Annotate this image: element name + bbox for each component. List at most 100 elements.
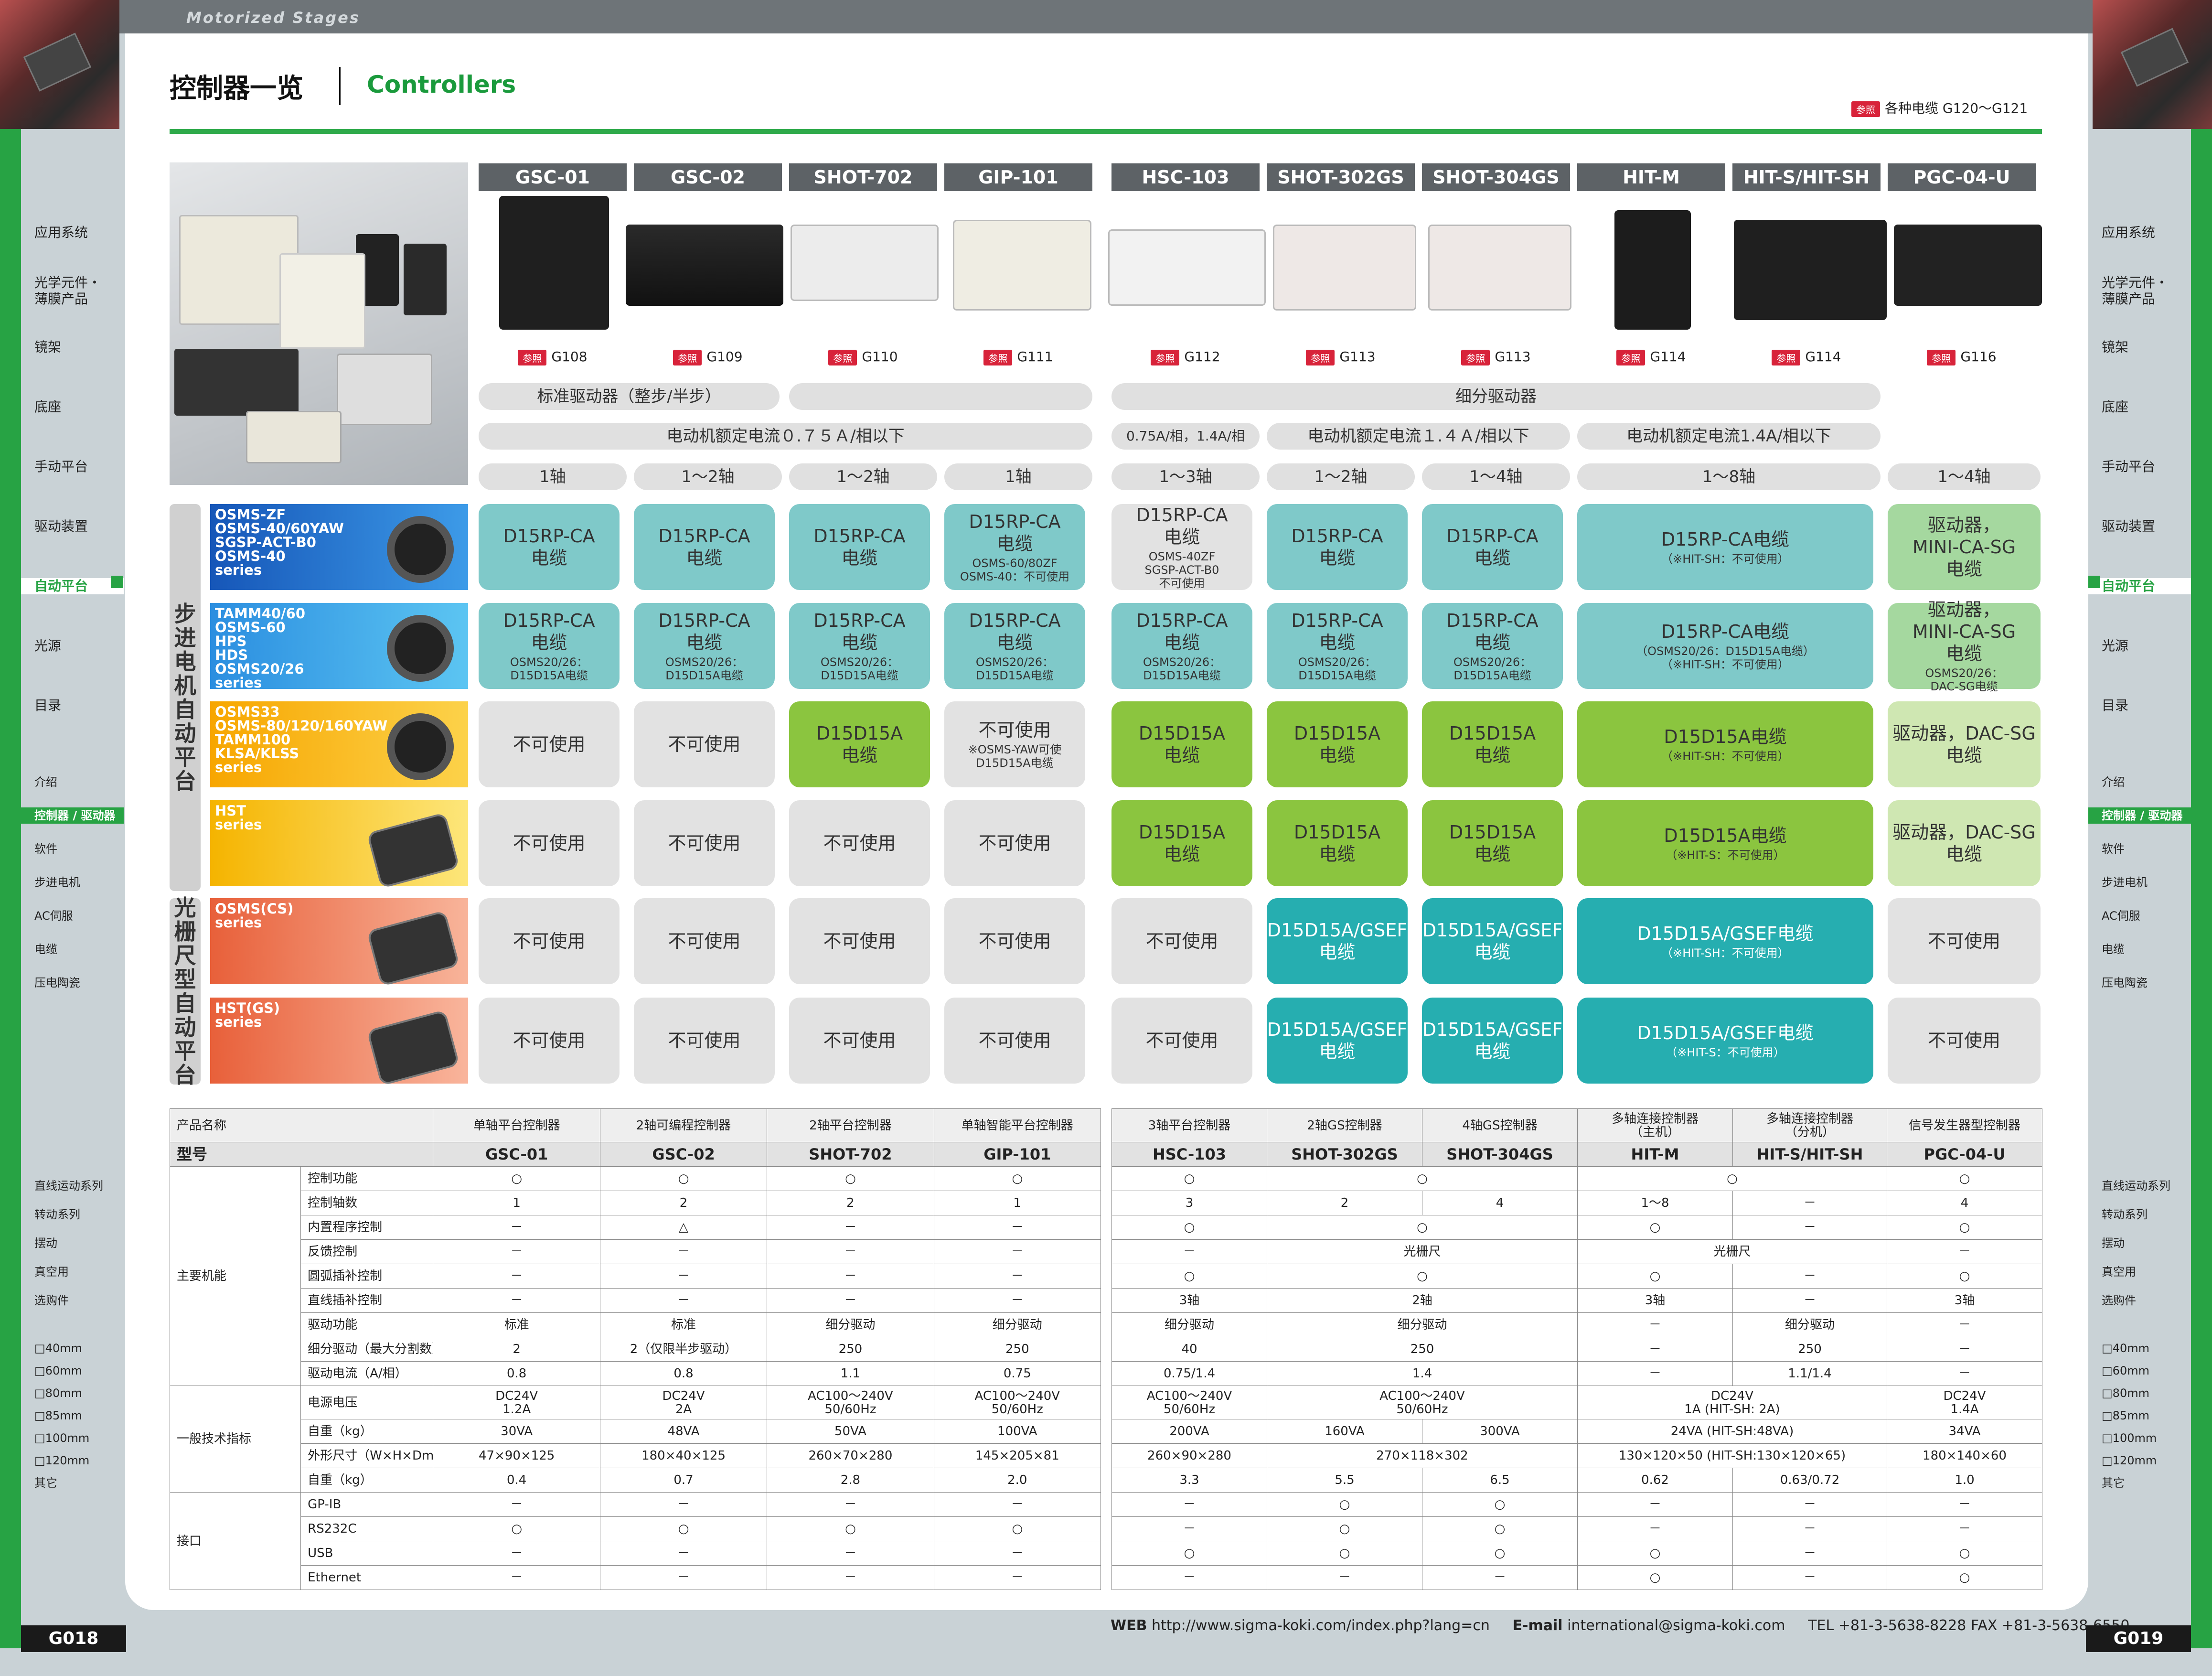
compat-cell[interactable]: D15RP-CA 电缆 OSMS20/26： D15D15A电缆 (789, 603, 930, 689)
nav-series-4[interactable]: 选购件 (34, 1292, 69, 1309)
nav-sub-2[interactable]: 软件 (2102, 841, 2125, 857)
compat-cell[interactable]: D15RP-CA电缆 （※HIT-SH：不可使用） (1577, 504, 1873, 590)
nav-size-1[interactable]: □60mm (34, 1363, 82, 1379)
compat-cell[interactable]: 驱动器， MINI-CA-SG 电缆 (1888, 504, 2041, 590)
compat-cell[interactable]: 不可使用 (479, 998, 620, 1084)
compat-cell[interactable]: D15RP-CA 电缆 OSMS20/26： D15D15A电缆 (1267, 603, 1408, 689)
product-page-ref[interactable]: 参照 G116 (1888, 349, 2036, 365)
nav-sub-5[interactable]: 电缆 (34, 941, 57, 957)
compat-cell[interactable]: D15RP-CA 电缆 OSMS20/26： D15D15A电缆 (634, 603, 775, 689)
compat-cell[interactable]: D15RP-CA 电缆 (634, 504, 775, 590)
nav-size-4[interactable]: □100mm (34, 1430, 89, 1446)
compat-cell[interactable]: D15D15A 电缆 (1267, 800, 1408, 886)
nav-item-2[interactable]: 镜架 (2102, 339, 2128, 355)
nav-item-5[interactable]: 驱动装置 (34, 518, 88, 535)
product-page-ref[interactable]: 参照 G114 (1732, 349, 1881, 365)
nav-item-7[interactable]: 光源 (2102, 638, 2128, 654)
compat-cell[interactable]: 不可使用 (634, 800, 775, 886)
nav-size-0[interactable]: □40mm (34, 1340, 82, 1356)
compat-cell[interactable]: D15RP-CA 电缆 (479, 504, 620, 590)
nav-size-3[interactable]: □85mm (2102, 1407, 2149, 1424)
nav-sub-6[interactable]: 压电陶瓷 (2102, 975, 2148, 991)
nav-item-6[interactable]: 自动平台 (2088, 578, 2191, 594)
compat-cell[interactable]: D15D15A 电缆 (1267, 701, 1408, 787)
compat-cell[interactable]: D15RP-CA 电缆 (1422, 504, 1563, 590)
compat-cell[interactable]: D15D15A 电缆 (1422, 800, 1563, 886)
product-page-ref[interactable]: 参照 G110 (789, 349, 937, 365)
compat-cell[interactable]: D15D15A/GSEF电缆 （※HIT-SH：不可使用） (1577, 898, 1873, 984)
nav-sub-3[interactable]: 步进电机 (34, 874, 80, 891)
compat-cell[interactable]: D15D15A/GSEF 电缆 (1267, 898, 1408, 984)
nav-size-5[interactable]: □120mm (34, 1452, 89, 1469)
compat-cell[interactable]: D15RP-CA 电缆 OSMS-60/80ZF OSMS-40：不可使用 (944, 504, 1085, 590)
compat-cell[interactable]: D15D15A/GSEF 电缆 (1422, 898, 1563, 984)
nav-item-3[interactable]: 底座 (34, 399, 61, 415)
nav-size-4[interactable]: □100mm (2102, 1430, 2157, 1446)
compat-cell[interactable]: D15D15A 电缆 (1422, 701, 1563, 787)
compat-cell[interactable]: 不可使用 (479, 800, 620, 886)
compat-cell[interactable]: 不可使用 (944, 898, 1085, 984)
nav-item-6[interactable]: 自动平台 (21, 578, 124, 594)
compat-cell[interactable]: D15D15A/GSEF 电缆 (1422, 998, 1563, 1084)
nav-item-8[interactable]: 目录 (2102, 698, 2128, 714)
nav-item-3[interactable]: 底座 (2102, 399, 2128, 415)
compat-cell[interactable]: 不可使用 (789, 898, 930, 984)
compat-cell[interactable]: D15D15A 电缆 (1111, 800, 1252, 886)
nav-item-0[interactable]: 应用系统 (2102, 225, 2155, 241)
compat-cell[interactable]: D15RP-CA电缆 （OSMS20/26：D15D15A电缆） （※HIT-SH… (1577, 603, 1873, 689)
compat-cell[interactable]: 不可使用 (1111, 998, 1252, 1084)
nav-sub-4[interactable]: AC伺服 (2102, 908, 2140, 924)
nav-sub-1[interactable]: 控制器 / 驱动器 (21, 807, 124, 824)
nav-item-7[interactable]: 光源 (34, 638, 61, 654)
nav-series-0[interactable]: 直线运动系列 (34, 1178, 103, 1194)
compat-cell[interactable]: 不可使用 (944, 998, 1085, 1084)
product-page-ref[interactable]: 参照 G111 (944, 349, 1092, 365)
nav-size-1[interactable]: □60mm (2102, 1363, 2149, 1379)
compat-cell[interactable]: D15D15A电缆 （※HIT-SH：不可使用） (1577, 701, 1873, 787)
compat-cell[interactable]: 不可使用 (789, 800, 930, 886)
compat-cell[interactable]: 不可使用 (634, 998, 775, 1084)
compat-cell[interactable]: 驱动器，DAC-SG 电缆 (1888, 800, 2041, 886)
compat-cell[interactable]: D15RP-CA 电缆 OSMS-40ZF SGSP-ACT-B0 不可使用 (1111, 504, 1252, 590)
product-page-ref[interactable]: 参照 G108 (479, 349, 627, 365)
nav-size-6[interactable]: 其它 (34, 1475, 57, 1491)
compat-cell[interactable]: D15RP-CA 电缆 OSMS20/26： D15D15A电缆 (944, 603, 1085, 689)
nav-sub-0[interactable]: 介绍 (2102, 774, 2125, 790)
product-page-ref[interactable]: 参照 G113 (1422, 349, 1570, 365)
nav-size-3[interactable]: □85mm (34, 1407, 82, 1424)
nav-item-2[interactable]: 镜架 (34, 339, 61, 355)
compat-cell[interactable]: 驱动器，DAC-SG 电缆 (1888, 701, 2041, 787)
cable-reference[interactable]: 参照 各种电缆 G120～G121 (1851, 98, 2028, 117)
product-page-ref[interactable]: 参照 G112 (1111, 349, 1260, 365)
nav-series-3[interactable]: 真空用 (2102, 1264, 2136, 1280)
nav-item-1[interactable]: 光学元件・ 薄膜产品 (2102, 275, 2169, 307)
compat-cell[interactable]: 不可使用 (1888, 998, 2041, 1084)
compat-cell[interactable]: D15RP-CA 电缆 (1267, 504, 1408, 590)
nav-item-0[interactable]: 应用系统 (34, 225, 88, 241)
nav-item-1[interactable]: 光学元件・ 薄膜产品 (34, 275, 101, 307)
nav-item-4[interactable]: 手动平台 (2102, 459, 2155, 475)
nav-series-1[interactable]: 转动系列 (2102, 1206, 2148, 1223)
email-address[interactable]: international@sigma-koki.com (1567, 1617, 1785, 1634)
compat-cell[interactable]: 不可使用 (479, 898, 620, 984)
compat-cell[interactable]: D15D15A/GSEF电缆 （※HIT-S：不可使用） (1577, 998, 1873, 1084)
compat-cell[interactable]: 不可使用 ※OSMS-YAW可使 D15D15A电缆 (944, 701, 1085, 787)
compat-cell[interactable]: D15D15A电缆 （※HIT-S：不可使用） (1577, 800, 1873, 886)
compat-cell[interactable]: 不可使用 (1111, 898, 1252, 984)
compat-cell[interactable]: D15RP-CA 电缆 (789, 504, 930, 590)
nav-sub-4[interactable]: AC伺服 (34, 908, 73, 924)
compat-cell[interactable]: D15D15A 电缆 (789, 701, 930, 787)
nav-series-0[interactable]: 直线运动系列 (2102, 1178, 2170, 1194)
compat-cell[interactable]: 不可使用 (1888, 898, 2041, 984)
nav-series-1[interactable]: 转动系列 (34, 1206, 80, 1223)
nav-series-2[interactable]: 摆动 (34, 1235, 57, 1251)
compat-cell[interactable]: 不可使用 (634, 898, 775, 984)
nav-series-4[interactable]: 选购件 (2102, 1292, 2136, 1309)
nav-size-2[interactable]: □80mm (34, 1385, 82, 1401)
compat-cell[interactable]: D15D15A/GSEF 电缆 (1267, 998, 1408, 1084)
nav-series-2[interactable]: 摆动 (2102, 1235, 2125, 1251)
compat-cell[interactable]: 不可使用 (634, 701, 775, 787)
compat-cell[interactable]: 不可使用 (479, 701, 620, 787)
compat-cell[interactable]: D15RP-CA 电缆 OSMS20/26： D15D15A电缆 (479, 603, 620, 689)
nav-sub-6[interactable]: 压电陶瓷 (34, 975, 80, 991)
